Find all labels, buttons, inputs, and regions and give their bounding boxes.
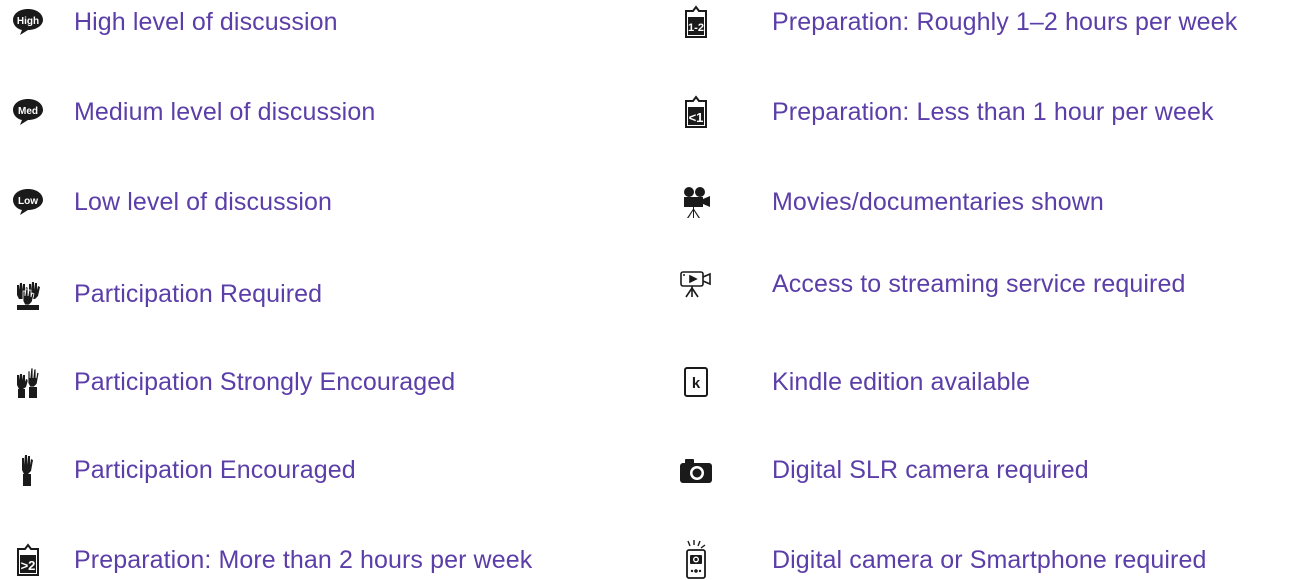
smartphone-camera-icon [676,540,716,580]
legend-label: Digital camera or Smartphone required [772,545,1207,574]
legend-item-participation-required: Participation Required [0,274,322,314]
streaming-camera-icon [676,264,716,304]
legend-item-preparation-less-than-1: <1 Preparation: Less than 1 hour per wee… [676,92,1214,132]
legend-item-participation-strongly-encouraged: Participation Strongly Encouraged [0,362,455,402]
legend-item-movies-shown: Movies/documentaries shown [676,182,1104,222]
high-badge-text: High [17,16,39,27]
participation-strongly-encouraged-icon [8,362,48,402]
legend-item-participation-encouraged: Participation Encouraged [0,450,356,490]
legend-label: Preparation: More than 2 hours per week [74,545,533,574]
preparation-1-2-icon: 1-2 [676,2,716,42]
legend-label: Movies/documentaries shown [772,187,1104,216]
legend-item-streaming-required: Access to streaming service required [676,264,1186,304]
icon-legend: High High level of discussion Med Medium… [0,0,1312,580]
high-discussion-icon: High [8,2,48,42]
legend-item-kindle-available: k Kindle edition available [676,362,1030,402]
legend-label: Participation Encouraged [74,455,356,484]
legend-label: Preparation: Less than 1 hour per week [772,97,1214,126]
legend-item-smartphone-camera-required: Digital camera or Smartphone required [676,540,1206,580]
legend-label: Low level of discussion [74,187,332,216]
kindle-badge-text: k [692,375,701,392]
legend-label: Medium level of discussion [74,97,376,126]
movie-camera-icon [676,182,716,222]
more-than-2-badge-text: >2 [21,558,36,573]
med-badge-text: Med [18,106,38,117]
legend-item-preparation-more-than-2: >2 Preparation: More than 2 hours per we… [0,540,532,580]
legend-item-medium-discussion: Med Medium level of discussion [0,92,375,132]
legend-label: Access to streaming service required [772,269,1186,298]
medium-discussion-icon: Med [8,92,48,132]
legend-label: High level of discussion [74,7,338,36]
preparation-less-than-1-icon: <1 [676,92,716,132]
legend-item-high-discussion: High High level of discussion [0,2,338,42]
low-badge-text: Low [18,196,38,207]
preparation-more-than-2-icon: >2 [8,540,48,580]
participation-encouraged-icon [8,450,48,490]
legend-item-low-discussion: Low Low level of discussion [0,182,332,222]
legend-item-slr-camera-required: Digital SLR camera required [676,450,1089,490]
one-two-badge-text: 1-2 [688,22,704,34]
less-than-1-badge-text: <1 [689,110,704,125]
legend-label: Preparation: Roughly 1–2 hours per week [772,7,1238,36]
participation-required-icon [8,274,48,314]
legend-label: Kindle edition available [772,367,1031,396]
legend-label: Participation Strongly Encouraged [74,367,456,396]
legend-label: Participation Required [74,279,323,308]
slr-camera-icon [676,450,716,490]
legend-item-preparation-1-2: 1-2 Preparation: Roughly 1–2 hours per w… [676,2,1237,42]
legend-label: Digital SLR camera required [772,455,1089,484]
kindle-icon: k [676,362,716,402]
low-discussion-icon: Low [8,182,48,222]
